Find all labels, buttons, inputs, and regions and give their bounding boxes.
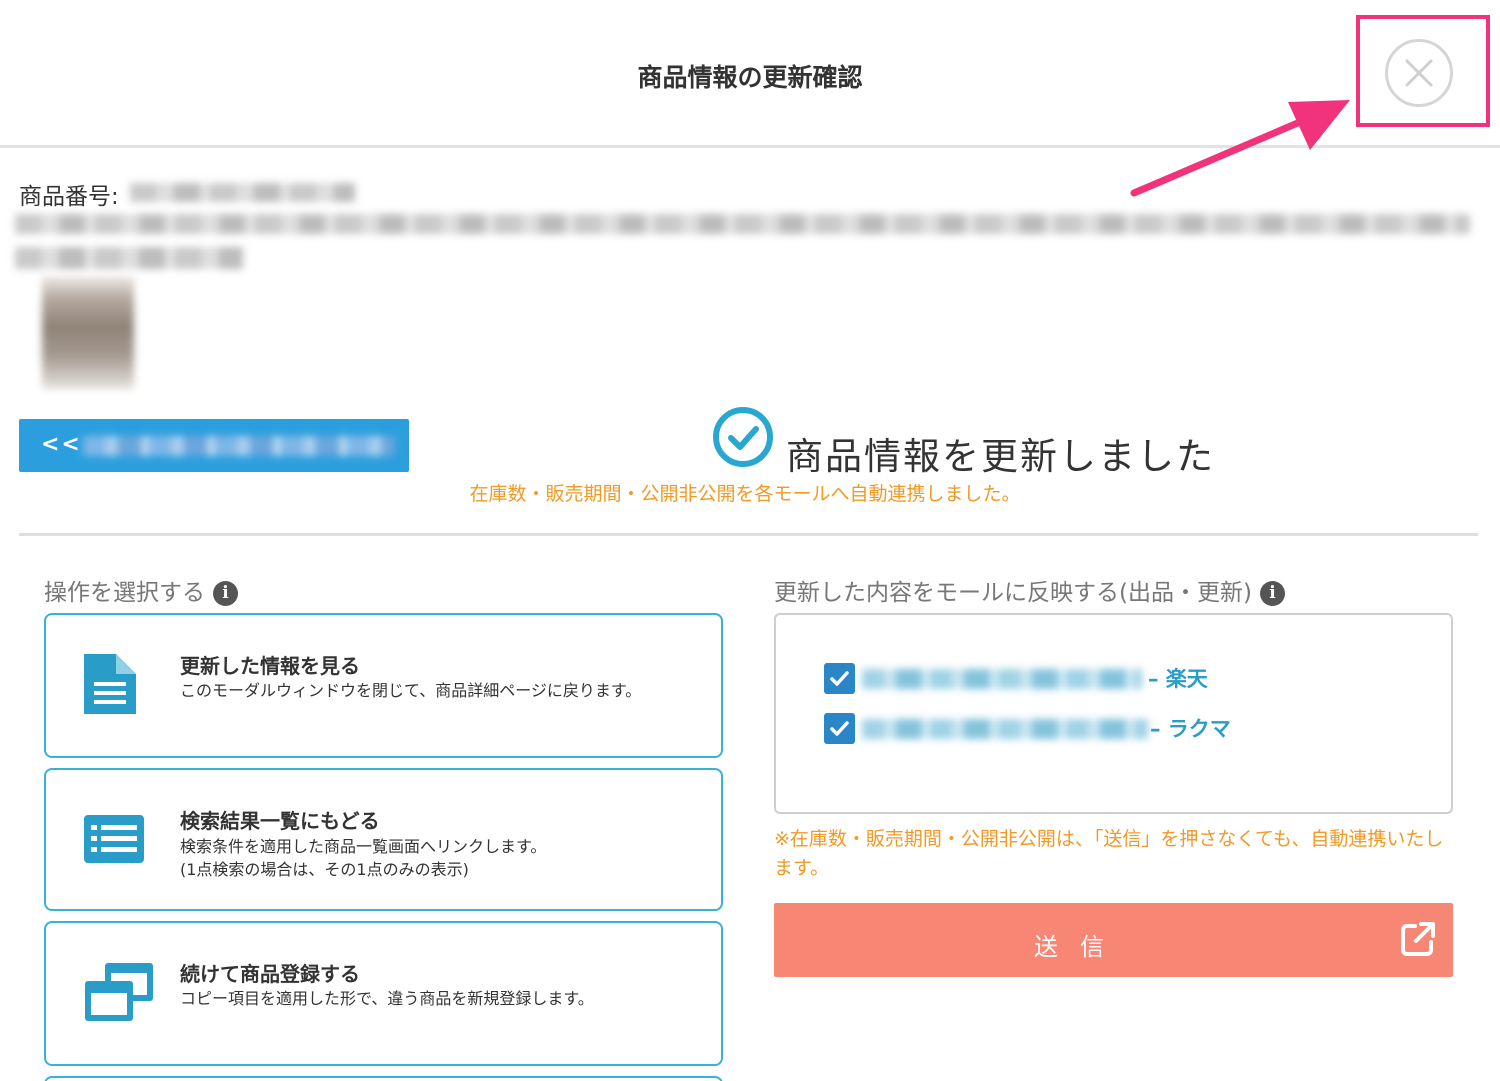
list-icon bbox=[84, 815, 144, 863]
section-divider bbox=[19, 533, 1478, 536]
success-title: 商品情報を更新しました bbox=[786, 435, 1215, 478]
card-description: 検索条件を適用した商品一覧画面へリンクします。 bbox=[180, 837, 547, 856]
mall-name: – 楽天 bbox=[1148, 667, 1208, 691]
product-thumbnail bbox=[42, 277, 134, 389]
mall-checkbox[interactable] bbox=[824, 663, 855, 694]
mall-row-rakuten[interactable]: – 楽天 bbox=[824, 663, 1224, 695]
card-description: このモーダルウィンドウを閉じて、商品詳細ページに戻ります。 bbox=[180, 681, 642, 700]
shop-name bbox=[862, 719, 1148, 739]
mall-name: – ラクマ bbox=[1150, 717, 1231, 741]
card-description-note: (1点検索の場合は、その1点のみの表示) bbox=[180, 860, 469, 879]
view-updated-info-card[interactable]: 更新した情報を見る このモーダルウィンドウを閉じて、商品詳細ページに戻ります。 bbox=[44, 613, 723, 758]
shop-name bbox=[862, 669, 1142, 689]
checkmark-icon bbox=[830, 721, 849, 736]
modal-title: 商品情報の更新確認 bbox=[637, 63, 863, 92]
product-number-label: 商品番号: bbox=[19, 184, 119, 210]
modal-header: 商品情報の更新確認 bbox=[0, 0, 1500, 148]
actions-section-label: 操作を選択する i bbox=[44, 573, 238, 607]
mall-sync-section-label: 更新した内容をモールに反映する(出品・更新) i bbox=[774, 573, 1285, 607]
product-number-value bbox=[130, 183, 355, 202]
close-icon[interactable] bbox=[1388, 42, 1450, 104]
back-arrow: << bbox=[41, 432, 82, 457]
close-button[interactable] bbox=[1385, 39, 1453, 107]
back-to-product-button[interactable]: << bbox=[19, 419, 409, 472]
info-icon[interactable]: i bbox=[213, 581, 238, 606]
product-name bbox=[15, 214, 1470, 234]
checkmark-icon bbox=[830, 671, 849, 686]
document-icon bbox=[84, 654, 136, 714]
windows-icon bbox=[85, 963, 153, 1021]
mall-checkbox[interactable] bbox=[824, 713, 855, 744]
back-to-search-results-card[interactable]: 検索結果一覧にもどる 検索条件を適用した商品一覧画面へリンクします。 (1点検索… bbox=[44, 768, 723, 911]
auto-sync-note: ※在庫数・販売期間・公開非公開は、「送信」を押さなくても、自動連携いたします。 bbox=[774, 828, 1444, 879]
send-button[interactable]: 送信 bbox=[774, 903, 1453, 977]
back-button-label bbox=[83, 436, 395, 456]
continue-registration-card[interactable]: 続けて商品登録する コピー項目を適用した形で、違う商品を新規登録します。 bbox=[44, 921, 723, 1066]
card-title: 更新した情報を見る bbox=[180, 654, 360, 678]
mall-row-rakuma[interactable]: – ラクマ bbox=[824, 713, 1244, 745]
mall-list-box: – 楽天 – ラクマ bbox=[774, 613, 1453, 814]
check-circle-icon bbox=[713, 407, 773, 467]
success-subtitle: 在庫数・販売期間・公開非公開を各モールへ自動連携しました。 bbox=[469, 483, 1021, 505]
send-button-label: 送信 bbox=[1034, 933, 1126, 961]
card-description: コピー項目を適用した形で、違う商品を新規登録します。 bbox=[180, 989, 594, 1008]
info-icon[interactable]: i bbox=[1259, 581, 1285, 606]
card-title: 検索結果一覧にもどる bbox=[180, 809, 380, 833]
next-action-card[interactable] bbox=[44, 1076, 723, 1081]
product-name-line2 bbox=[15, 247, 243, 269]
external-link-icon bbox=[1401, 922, 1435, 956]
mall-sync-section-title: 更新した内容をモールに反映する(出品・更新) bbox=[774, 580, 1252, 606]
card-title: 続けて商品登録する bbox=[180, 962, 360, 986]
actions-section-title: 操作を選択する bbox=[44, 580, 205, 606]
